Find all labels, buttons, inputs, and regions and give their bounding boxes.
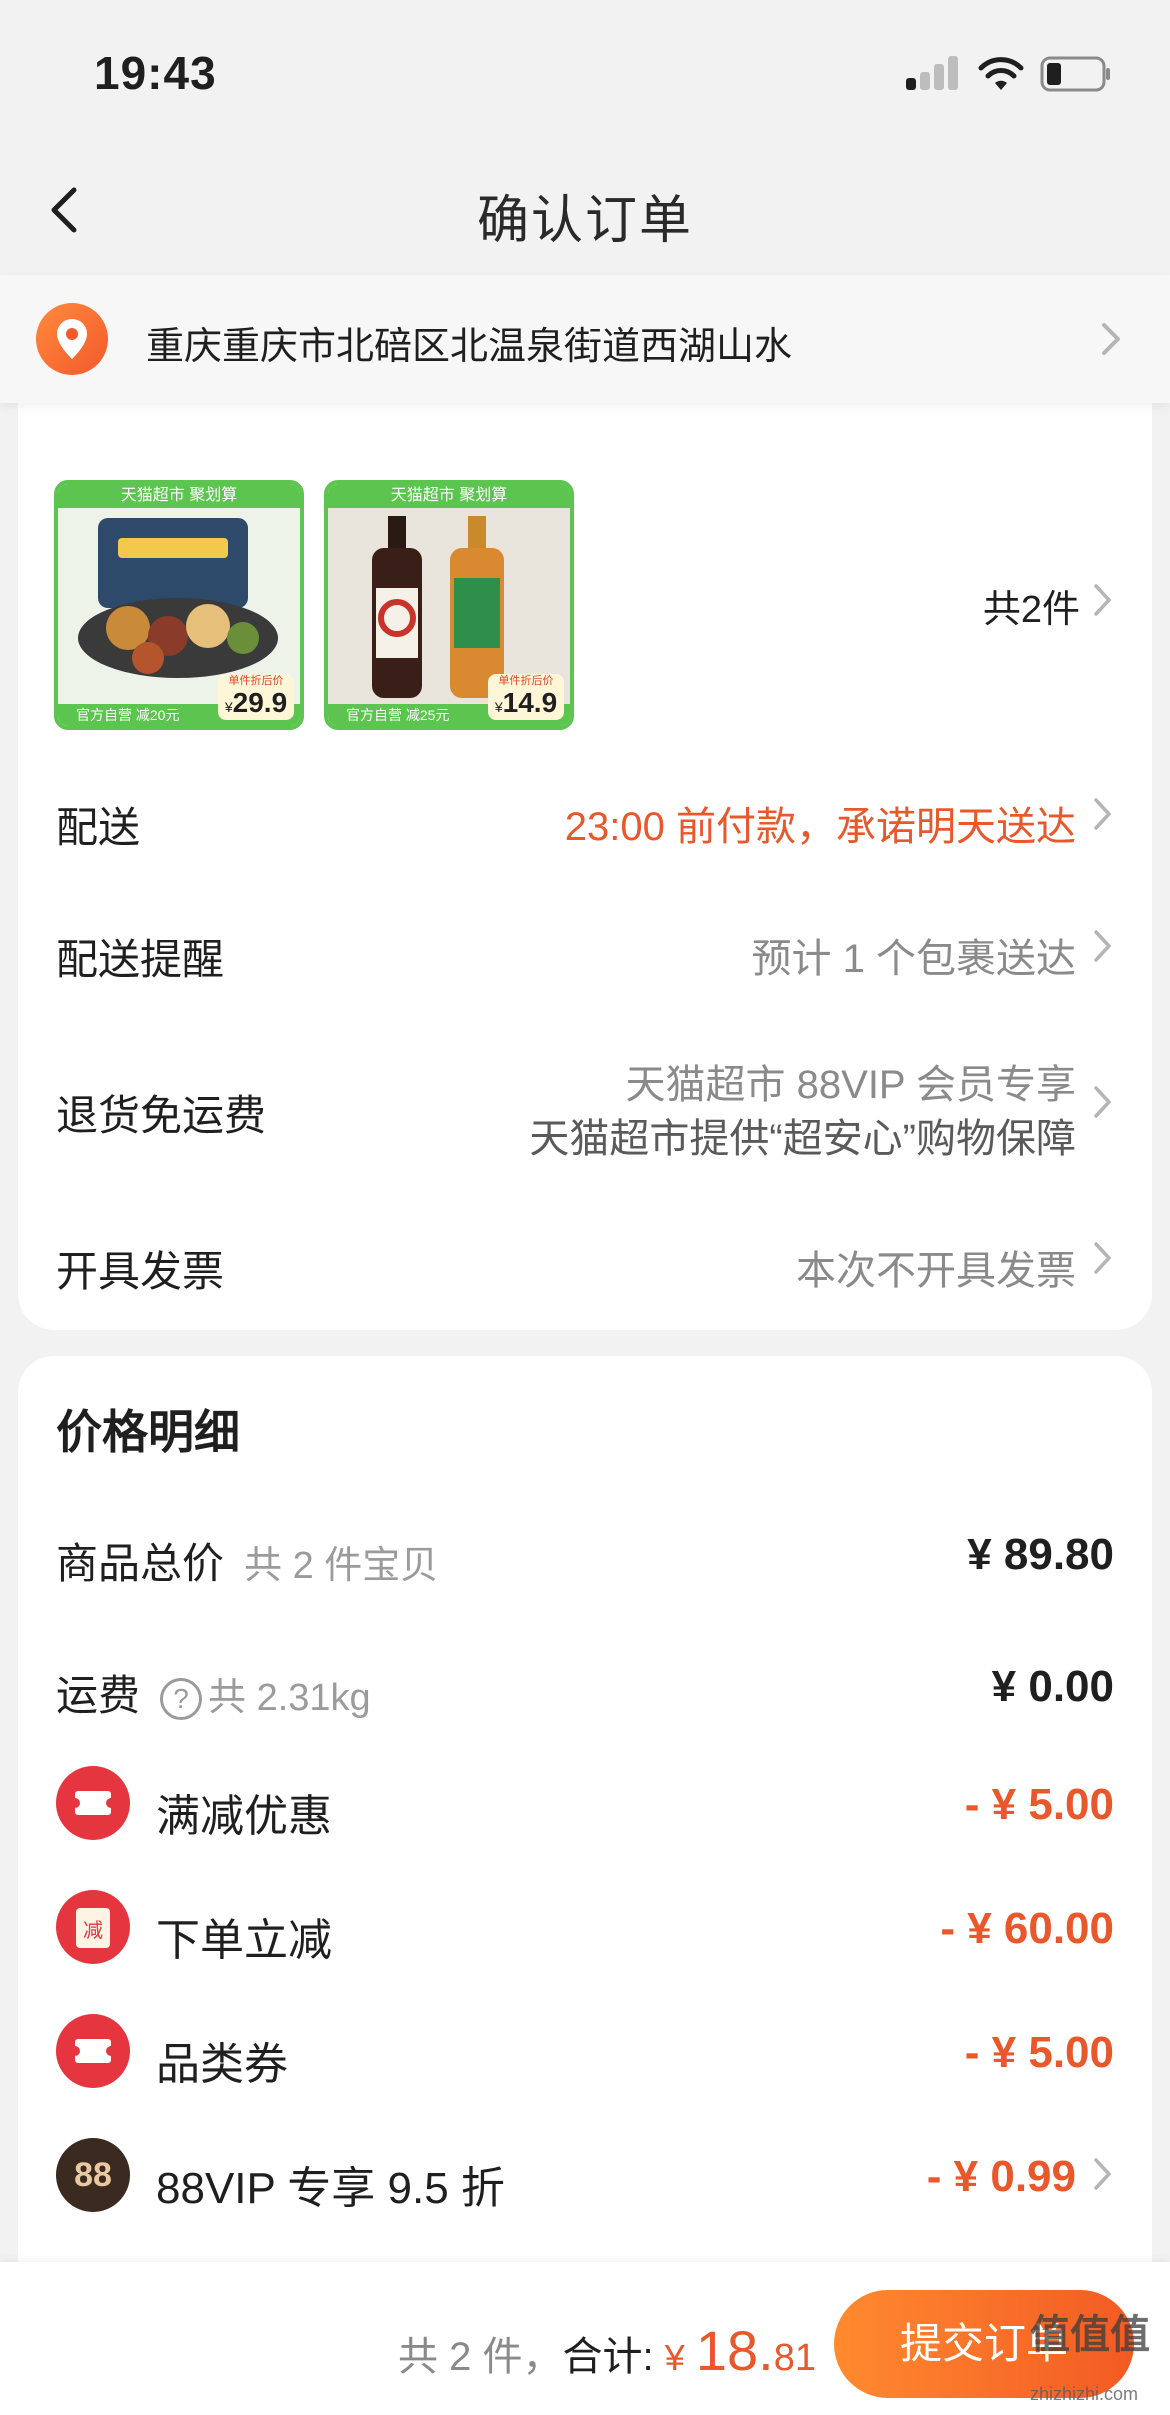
discount-value: - ¥ 5.00 — [964, 1780, 1114, 1829]
signal-icon — [906, 56, 960, 90]
vip88-icon: 88 — [56, 2138, 130, 2212]
coupon-icon — [56, 2014, 130, 2088]
return-shipping-label: 退货免运费 — [56, 1092, 267, 1139]
shipping-value: ¥ 0.00 — [991, 1662, 1114, 1711]
summary-currency: ¥ — [664, 2337, 685, 2378]
discount-label: 满减优惠 — [156, 1792, 332, 1841]
checkout-bar: 共 2 件，合计: ¥ 18.81 提交订单 — [0, 2262, 1170, 2415]
delivery-reminder-value: 预计 1 个包裹送达 — [751, 937, 1076, 981]
invoice-label: 开具发票 — [56, 1248, 225, 1295]
instant-discount-icon: 减 — [56, 1890, 130, 1964]
shipping-label: 运费? 共 2.31kg — [56, 1672, 371, 1720]
thumb-price: 单件折后价 ¥29.9 — [218, 674, 294, 720]
status-time: 19:43 — [94, 47, 217, 99]
order-card: 天猫超市 聚划算 官方自营 减20元 单件折后价 ¥29.9 天猫超市 聚划算 — [18, 380, 1152, 1330]
summary-total-int: 18. — [695, 2319, 774, 2382]
discount-value: - ¥ 60.00 — [940, 1904, 1114, 1953]
discount-label: 88VIP 专享 9.5 折 — [156, 2164, 505, 2213]
price-detail-title: 价格明细 — [56, 1406, 240, 1458]
invoice-value: 本次不开具发票 — [796, 1249, 1076, 1293]
address-text: 重庆重庆市北碚区北温泉街道西湖山水 — [146, 326, 793, 368]
chevron-right-icon — [1094, 584, 1112, 616]
discount-value: - ¥ 5.00 — [964, 2028, 1114, 2077]
location-pin-icon — [36, 303, 108, 375]
watermark-site: zhizhizhi.com — [1030, 2384, 1139, 2404]
chevron-right-icon — [1094, 1086, 1112, 1118]
delivery-label: 配送 — [56, 804, 141, 851]
nav-bar: 确认订单 — [0, 150, 1170, 275]
thumb-banner: 天猫超市 聚划算 — [328, 484, 570, 508]
summary-total-dec: 81 — [773, 2337, 817, 2379]
discount-label: 品类券 — [156, 2040, 288, 2089]
product-thumb[interactable]: 天猫超市 聚划算 官方自营 减25元 单件折后价 ¥14.9 — [324, 480, 574, 730]
summary-total-label: 合计: — [562, 2335, 654, 2379]
help-icon[interactable]: ? — [160, 1677, 203, 1720]
goods-total-sub: 共 2 件宝贝 — [244, 1545, 439, 1587]
battery-icon — [1040, 56, 1110, 92]
chevron-right-icon — [1102, 323, 1120, 355]
shipping-weight: 共 2.31kg — [208, 1677, 371, 1719]
chevron-right-icon — [1094, 1242, 1112, 1274]
watermark-logo: 值值值 — [1030, 2313, 1150, 2357]
order-summary: 共 2 件，合计: ¥ 18.81 — [398, 2318, 816, 2383]
discount-value: - ¥ 0.99 — [926, 2152, 1076, 2201]
address-bar[interactable]: 重庆重庆市北碚区北温泉街道西湖山水 — [0, 275, 1170, 403]
delivery-value: 23:00 前付款，承诺明天送达 — [564, 805, 1076, 849]
goods-total-label: 商品总价共 2 件宝贝 — [56, 1540, 439, 1587]
delivery-reminder-label: 配送提醒 — [56, 936, 225, 983]
chevron-right-icon — [1094, 930, 1112, 962]
discount-label: 下单立减 — [156, 1916, 332, 1965]
svg-text:减: 减 — [83, 1918, 103, 1942]
page-title: 确认订单 — [476, 192, 693, 250]
return-shipping-value-line1: 天猫超市 88VIP 会员专享 — [625, 1063, 1076, 1107]
ticket-icon — [56, 1766, 130, 1840]
item-count-link[interactable]: 共2件 — [983, 578, 1080, 633]
product-thumb[interactable]: 天猫超市 聚划算 官方自营 减20元 单件折后价 ¥29.9 — [54, 480, 304, 730]
goods-total-value: ¥ 89.80 — [967, 1530, 1114, 1579]
thumb-price: 单件折后价 ¥14.9 — [488, 674, 564, 720]
status-bar: 19:43 — [0, 0, 1170, 150]
wifi-icon — [978, 57, 1024, 90]
summary-count: 共 2 件， — [398, 2335, 563, 2379]
chevron-right-icon — [1094, 2158, 1112, 2190]
chevron-right-icon — [1094, 798, 1112, 830]
return-shipping-value-line2: 天猫超市提供“超安心”购物保障 — [529, 1117, 1076, 1161]
thumb-banner: 天猫超市 聚划算 — [58, 484, 300, 508]
price-detail-card: 价格明细 商品总价共 2 件宝贝 ¥ 89.80 运费? 共 2.31kg ¥ 0… — [18, 1356, 1152, 2415]
